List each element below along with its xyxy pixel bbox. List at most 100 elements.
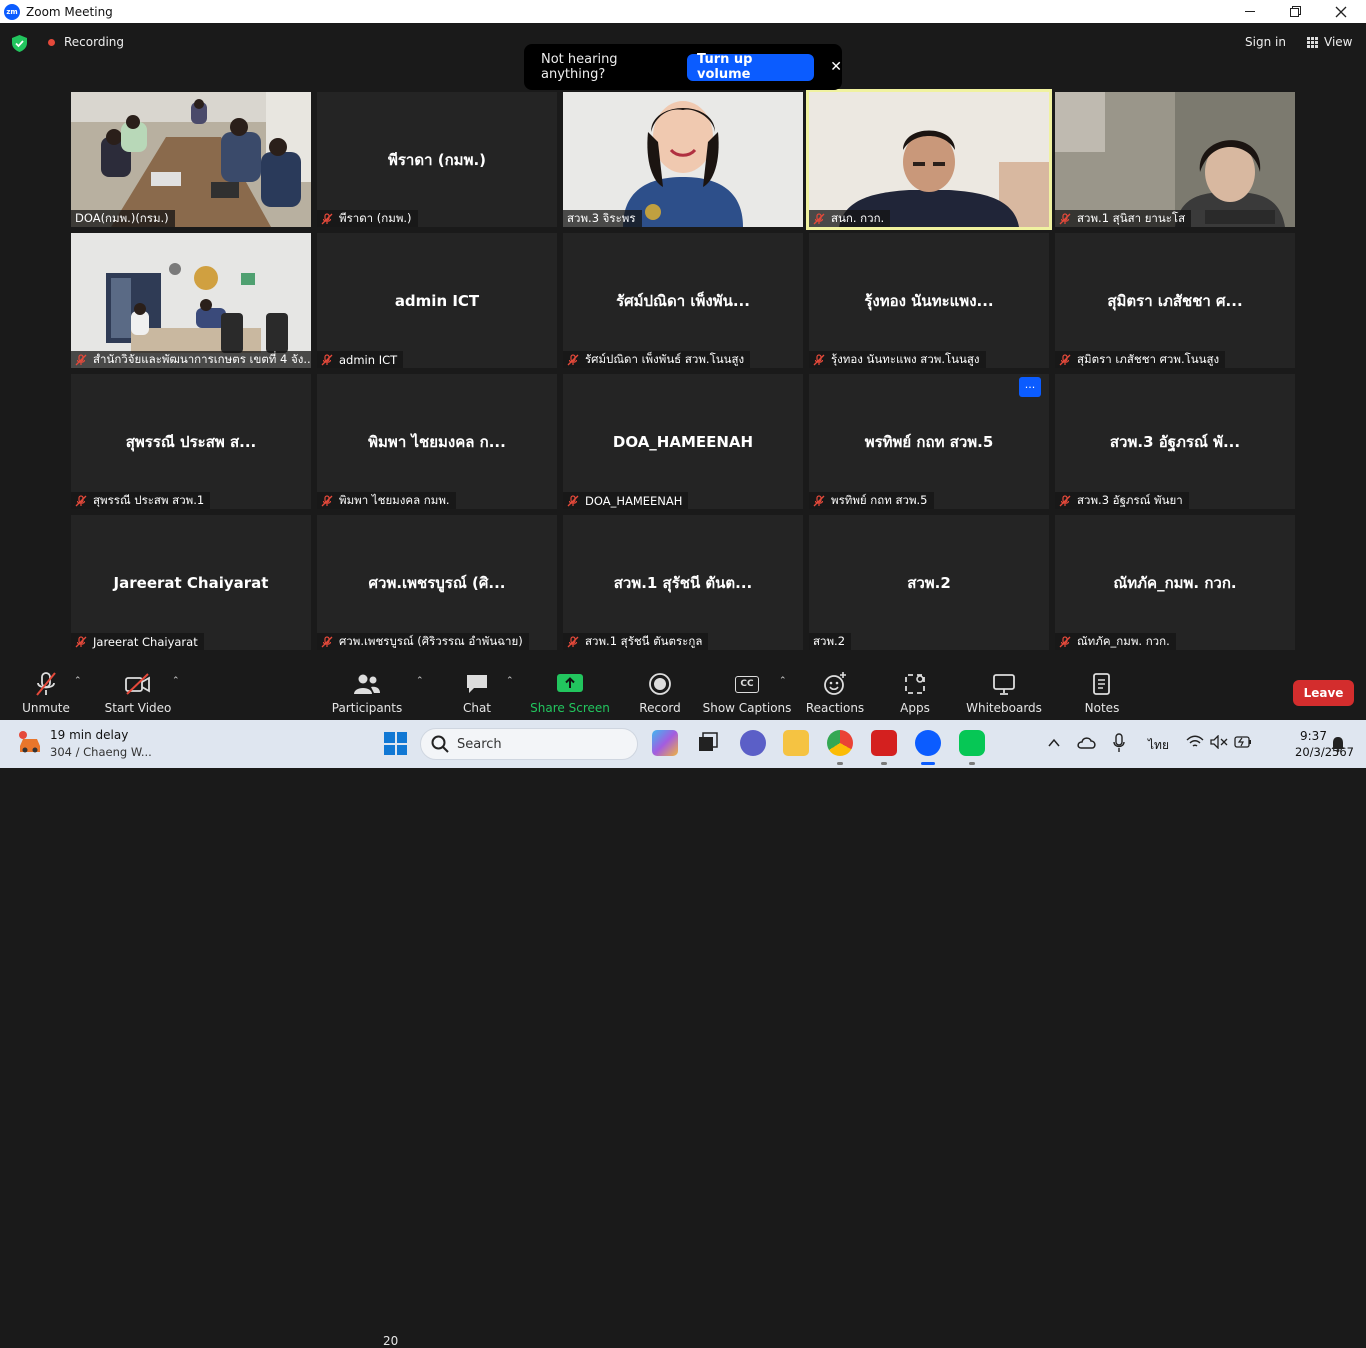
minimize-button[interactable] [1227, 0, 1273, 23]
participant-name: สำนักวิจัยและพัฒนาการเกษตร เขตที่ 4 จัง.… [93, 351, 311, 366]
participant-tile[interactable]: รุ้งทอง นันทะแพง... รุ้งทอง นันทะแพง สวพ.… [809, 233, 1049, 368]
search-label: Search [457, 736, 502, 752]
video-options-caret[interactable]: ⌃ [172, 676, 180, 686]
muted-mic-icon [567, 635, 579, 647]
participants-options-caret[interactable]: ⌃ [416, 676, 424, 686]
clock-time[interactable]: 9:37 [1300, 729, 1327, 743]
security-shield-icon[interactable] [12, 35, 27, 52]
chrome-icon[interactable] [827, 730, 853, 756]
apps-button[interactable]: Apps [898, 660, 932, 720]
participant-tile[interactable]: สวพ.3 อัฐภรณ์ พั... สวพ.3 อัฐภรณ์ พันยา [1055, 374, 1295, 509]
participant-nameplate: admin ICT [317, 351, 404, 368]
participant-tile[interactable]: DOA_HAMEENAH DOA_HAMEENAH [563, 374, 803, 509]
traffic-delay-text: 19 min delay [50, 728, 129, 742]
participant-tile[interactable]: พรทิพย์ กถท สวพ.5 ··· พรทิพย์ กถท สวพ.5 [809, 374, 1049, 509]
battery-charging-icon[interactable] [1234, 736, 1252, 748]
audio-options-caret[interactable]: ⌃ [74, 676, 82, 686]
participant-tile[interactable]: สุพรรณี ประสพ ส... สุพรรณี ประสพ สวพ.1 [71, 374, 311, 509]
participant-name: สวพ.2 [813, 633, 846, 648]
participant-display-name: รุ้งทอง นันทะแพง... [864, 291, 994, 310]
unmute-button[interactable]: Unmute [22, 660, 70, 720]
reactions-button[interactable]: Reactions [806, 660, 864, 720]
recording-label[interactable]: Recording [64, 35, 124, 49]
participant-tile[interactable]: ณัทภัค_กมพ. กวก. ณัทภัค_กมพ. กวก. [1055, 515, 1295, 650]
muted-mic-icon [75, 494, 87, 506]
chat-button[interactable]: Chat [458, 660, 496, 720]
zoom-active-indicator [921, 762, 935, 765]
muted-mic-icon [813, 212, 825, 224]
file-explorer-icon[interactable] [783, 730, 809, 756]
clock-date[interactable]: 20/3/2567 [1295, 745, 1354, 759]
onedrive-sync-icon[interactable] [1077, 734, 1097, 752]
share-screen-button[interactable]: Share Screen [530, 660, 610, 720]
muted-mic-icon [813, 353, 825, 365]
tray-overflow-chevron-icon[interactable] [1048, 738, 1060, 748]
notes-label: Notes [1084, 701, 1120, 715]
participant-nameplate: สวพ.1 สุนิสา ยานะโส [1055, 210, 1192, 227]
audio-toast: Not hearing anything? Turn up volume ✕ [524, 44, 842, 90]
traffic-route-text: 304 / Chaeng W... [50, 745, 152, 759]
participant-tile[interactable]: รัศม์ปณิดา เพ็งพัน... รัศม์ปณิดา เพ็งพันธ… [563, 233, 803, 368]
show-captions-button[interactable]: CC Show Captions [703, 660, 791, 720]
participant-tile[interactable]: Jareerat Chaiyarat Jareerat Chaiyarat [71, 515, 311, 650]
muted-mic-icon [1059, 212, 1071, 224]
participant-name: พีราดา (กมพ.) [339, 210, 412, 225]
participant-tile[interactable]: สวพ.3 จิระพร [563, 92, 803, 227]
participant-nameplate: พรทิพย์ กถท สวพ.5 [809, 492, 934, 509]
restore-button[interactable] [1272, 0, 1318, 23]
participant-nameplate: พิมพา ไชยมงคล กมพ. [317, 492, 456, 509]
participant-name: สวพ.3 จิระพร [567, 210, 636, 225]
windows-start-icon[interactable] [384, 732, 407, 755]
copilot-icon[interactable] [652, 730, 678, 756]
turn-up-volume-button[interactable]: Turn up volume [687, 52, 815, 82]
participant-tile[interactable]: admin ICT admin ICT [317, 233, 557, 368]
participant-tile[interactable]: สวพ.2 สวพ.2 [809, 515, 1049, 650]
notes-button[interactable]: Notes [1084, 660, 1120, 720]
start-video-button[interactable]: Start Video [105, 660, 171, 720]
whiteboards-button[interactable]: Whiteboards [966, 660, 1042, 720]
restore-icon [1289, 6, 1301, 17]
participant-name: สุพรรณี ประสพ สวพ.1 [93, 492, 205, 507]
leave-button[interactable]: Leave [1293, 680, 1354, 706]
participant-tile[interactable]: สนก. กวก. [806, 89, 1052, 230]
volume-muted-icon[interactable] [1210, 735, 1228, 749]
notification-bell-icon[interactable] [1331, 736, 1345, 752]
participant-tile[interactable]: DOA(กมพ.)(กรม.) [71, 92, 311, 227]
participant-tile[interactable]: สำนักวิจัยและพัฒนาการเกษตร เขตที่ 4 จัง.… [71, 233, 311, 368]
participant-name: พิมพา ไชยมงคล กมพ. [339, 492, 450, 507]
participant-tile[interactable]: สวพ.1 สุรัชนี ตันต... สวพ.1 สุรัชนี ตันตร… [563, 515, 803, 650]
input-language-indicator[interactable]: ไทย [1148, 736, 1169, 755]
participant-name: Jareerat Chaiyarat [93, 634, 198, 649]
notes-icon [1093, 673, 1110, 695]
participant-display-name: admin ICT [394, 291, 480, 310]
record-button[interactable]: Record [638, 660, 682, 720]
traffic-car-icon[interactable] [16, 730, 44, 756]
tile-more-options-button[interactable]: ··· [1019, 377, 1041, 397]
close-window-button[interactable] [1318, 0, 1364, 23]
chat-options-caret[interactable]: ⌃ [506, 676, 514, 686]
captions-options-caret[interactable]: ⌃ [779, 676, 787, 686]
taskview-icon[interactable] [696, 730, 722, 756]
participant-tile[interactable]: สวพ.1 สุนิสา ยานะโส [1055, 92, 1295, 227]
toast-close-icon[interactable]: ✕ [830, 59, 842, 75]
line-icon[interactable] [959, 730, 985, 756]
sign-in-link[interactable]: Sign in [1245, 35, 1286, 49]
participants-button[interactable]: Participants [332, 660, 402, 720]
participant-tile[interactable]: สุมิตรา เภสัชชา ศ... สุมิตรา เภสัชชา ศวพ.… [1055, 233, 1295, 368]
search-icon [431, 735, 449, 753]
participant-tile[interactable]: พิมพา ไชยมงคล ก... พิมพา ไชยมงคล กมพ. [317, 374, 557, 509]
participant-nameplate: สวพ.2 [809, 633, 852, 650]
wifi-icon[interactable] [1186, 735, 1204, 749]
record-icon [649, 673, 671, 695]
acrobat-icon[interactable] [871, 730, 897, 756]
taskbar-search[interactable]: Search [420, 728, 638, 760]
microphone-tray-icon[interactable] [1113, 733, 1125, 753]
participant-display-name: ศวพ.เพชรบูรณ์ (ศิ... [368, 573, 506, 592]
participant-tile[interactable]: ศวพ.เพชรบูรณ์ (ศิ... ศวพ.เพชรบูรณ์ (ศิริว… [317, 515, 557, 650]
zoom-icon[interactable] [915, 730, 941, 756]
teams-icon[interactable] [740, 730, 766, 756]
participant-nameplate: สวพ.3 อัฐภรณ์ พันยา [1055, 492, 1189, 509]
participant-tile[interactable]: พีราดา (กมพ.) พีราดา (กมพ.) [317, 92, 557, 227]
view-button[interactable]: View [1307, 35, 1352, 49]
participant-display-name: DOA_HAMEENAH [612, 432, 754, 451]
